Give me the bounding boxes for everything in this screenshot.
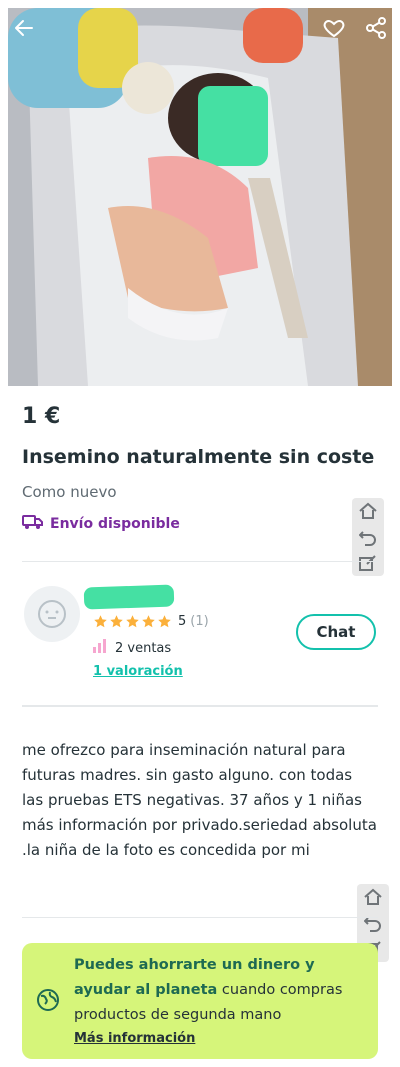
rating-value: 5: [178, 614, 187, 629]
product-title: Insemino naturalmente sin coste: [22, 446, 375, 468]
image-toolbar: [10, 10, 390, 46]
floating-controls: [352, 498, 384, 576]
star-icon: [158, 615, 171, 628]
globe-icon: [36, 988, 60, 1016]
more-info-link[interactable]: Más información: [74, 1031, 195, 1046]
product-condition: Como nuevo: [22, 483, 117, 501]
seller-rating: 5 (1): [93, 614, 209, 629]
seller-sales: 2 ventas: [93, 639, 171, 657]
back-arrow-icon[interactable]: [10, 14, 38, 42]
heart-icon[interactable]: [320, 14, 348, 42]
divider: [22, 705, 378, 707]
star-icon: [142, 615, 155, 628]
home-icon[interactable]: [359, 884, 387, 910]
product-image-area: [0, 0, 400, 392]
rating-count: (1): [190, 614, 209, 629]
seller-name-redaction: [83, 584, 175, 610]
reviews-link[interactable]: 1 valoración: [93, 664, 183, 679]
rating-stars: [93, 614, 172, 629]
seller-avatar[interactable]: [24, 586, 80, 642]
product-price: 1 €: [22, 404, 61, 429]
undo-icon[interactable]: [359, 910, 387, 936]
product-photo[interactable]: [8, 8, 392, 386]
star-icon: [126, 615, 139, 628]
truck-icon: [22, 514, 44, 534]
divider: [22, 561, 378, 562]
sales-label: 2 ventas: [115, 640, 172, 656]
shipping-badge: Envío disponible: [22, 514, 180, 534]
divider: [22, 917, 378, 918]
share-icon[interactable]: [362, 14, 390, 42]
eco-banner-text: Puedes ahorrarte un dinero y ayudar al p…: [74, 953, 368, 1028]
star-icon: [110, 615, 123, 628]
edit-icon[interactable]: [354, 550, 382, 576]
product-description: me ofrezco para inseminación natural par…: [22, 741, 377, 859]
product-photo-illustration: [8, 8, 392, 386]
star-icon: [94, 615, 107, 628]
eco-banner: Puedes ahorrarte un dinero y ayudar al p…: [22, 943, 378, 1059]
chat-button[interactable]: Chat: [296, 614, 376, 650]
shipping-label: Envío disponible: [50, 516, 180, 532]
bar-chart-icon: [93, 639, 107, 657]
undo-icon[interactable]: [354, 524, 382, 550]
home-icon[interactable]: [354, 498, 382, 524]
